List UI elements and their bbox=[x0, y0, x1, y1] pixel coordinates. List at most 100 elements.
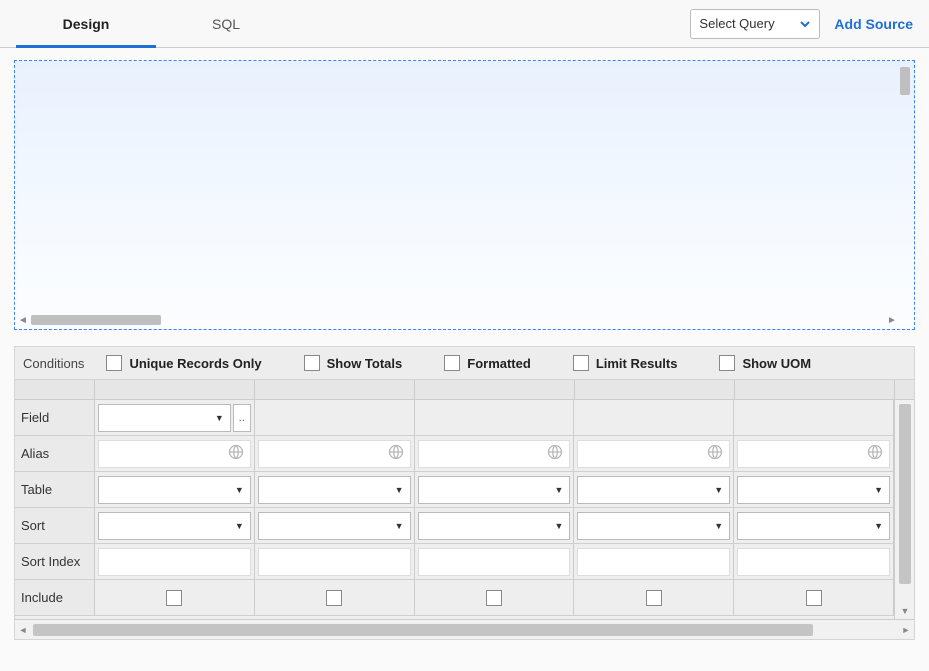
include-cell bbox=[574, 580, 734, 615]
table-dropdown[interactable] bbox=[737, 476, 890, 504]
field-cell[interactable] bbox=[255, 400, 415, 435]
scroll-right-icon[interactable]: ► bbox=[898, 620, 914, 640]
include-checkbox[interactable] bbox=[166, 590, 182, 606]
row-label-alias: Alias bbox=[15, 436, 95, 471]
row-include: Include bbox=[15, 580, 894, 616]
sort-dropdown[interactable] bbox=[418, 512, 571, 540]
include-cell bbox=[255, 580, 415, 615]
canvas-vertical-scrollbar[interactable] bbox=[898, 65, 912, 309]
alias-cell[interactable] bbox=[574, 436, 734, 471]
tab-sql[interactable]: SQL bbox=[156, 0, 296, 47]
alias-cell[interactable] bbox=[734, 436, 894, 471]
design-canvas[interactable]: ◄ ► bbox=[14, 60, 915, 330]
grid-vertical-scrollbar[interactable]: ▼ bbox=[894, 400, 914, 619]
checkbox-label: Show Totals bbox=[327, 356, 403, 371]
table-dropdown[interactable] bbox=[258, 476, 411, 504]
table-dropdown[interactable] bbox=[98, 476, 251, 504]
globe-icon[interactable] bbox=[547, 444, 563, 463]
sort-index-cell[interactable] bbox=[95, 544, 255, 579]
field-grid: Field .. Alias bbox=[14, 380, 915, 640]
sort-cell bbox=[415, 508, 575, 543]
include-cell bbox=[734, 580, 894, 615]
checkbox-limit-results[interactable]: Limit Results bbox=[573, 355, 678, 371]
sort-cell bbox=[95, 508, 255, 543]
topbar: Design SQL Select Query Add Source bbox=[0, 0, 929, 48]
checkbox-box bbox=[444, 355, 460, 371]
sort-dropdown[interactable] bbox=[258, 512, 411, 540]
include-checkbox[interactable] bbox=[486, 590, 502, 606]
grid-column-header[interactable] bbox=[255, 380, 415, 399]
alias-cell[interactable] bbox=[415, 436, 575, 471]
scroll-left-icon[interactable]: ◄ bbox=[15, 620, 31, 640]
globe-icon[interactable] bbox=[388, 444, 404, 463]
checkbox-label: Limit Results bbox=[596, 356, 678, 371]
sort-index-cell[interactable] bbox=[574, 544, 734, 579]
include-checkbox[interactable] bbox=[646, 590, 662, 606]
row-sort: Sort bbox=[15, 508, 894, 544]
checkbox-label: Show UOM bbox=[742, 356, 811, 371]
globe-icon[interactable] bbox=[707, 444, 723, 463]
include-checkbox[interactable] bbox=[326, 590, 342, 606]
field-cell[interactable] bbox=[734, 400, 894, 435]
grid-column-header[interactable] bbox=[575, 380, 735, 399]
checkbox-unique-records[interactable]: Unique Records Only bbox=[106, 355, 261, 371]
field-dropdown[interactable] bbox=[98, 404, 231, 432]
row-table: Table bbox=[15, 472, 894, 508]
sort-index-cell[interactable] bbox=[255, 544, 415, 579]
add-source-label: Add Source bbox=[834, 16, 913, 32]
checkbox-label: Formatted bbox=[467, 356, 531, 371]
scrollbar-thumb[interactable] bbox=[900, 67, 910, 95]
sort-index-cell[interactable] bbox=[415, 544, 575, 579]
field-cell[interactable] bbox=[574, 400, 734, 435]
checkbox-formatted[interactable]: Formatted bbox=[444, 355, 531, 371]
table-cell bbox=[415, 472, 575, 507]
scrollbar-thumb[interactable] bbox=[33, 624, 813, 636]
grid-body: Field .. Alias bbox=[15, 400, 894, 619]
tab-design-label: Design bbox=[63, 16, 110, 32]
scroll-left-icon[interactable]: ◄ bbox=[17, 314, 29, 326]
sort-dropdown[interactable] bbox=[98, 512, 251, 540]
checkbox-show-totals[interactable]: Show Totals bbox=[304, 355, 403, 371]
include-checkbox[interactable] bbox=[806, 590, 822, 606]
sort-dropdown[interactable] bbox=[737, 512, 890, 540]
conditions-label: Conditions bbox=[23, 356, 84, 371]
grid-header-corner bbox=[15, 380, 95, 399]
grid-horizontal-scrollbar[interactable]: ◄ ► bbox=[15, 619, 914, 639]
scrollbar-thumb[interactable] bbox=[31, 315, 161, 325]
scrollbar-thumb[interactable] bbox=[899, 404, 911, 584]
checkbox-box bbox=[304, 355, 320, 371]
tab-design[interactable]: Design bbox=[16, 0, 156, 47]
table-dropdown[interactable] bbox=[418, 476, 571, 504]
add-source-link[interactable]: Add Source bbox=[834, 16, 913, 32]
table-dropdown[interactable] bbox=[577, 476, 730, 504]
select-query-dropdown[interactable]: Select Query bbox=[690, 9, 820, 39]
grid-column-header[interactable] bbox=[735, 380, 895, 399]
grid-column-header[interactable] bbox=[415, 380, 575, 399]
checkbox-show-uom[interactable]: Show UOM bbox=[719, 355, 811, 371]
sort-index-cell[interactable] bbox=[734, 544, 894, 579]
scroll-down-icon[interactable]: ▼ bbox=[895, 603, 915, 619]
globe-icon[interactable] bbox=[867, 444, 883, 463]
scrollbar-track[interactable] bbox=[31, 624, 898, 636]
row-label-sort-index: Sort Index bbox=[15, 544, 95, 579]
sort-dropdown[interactable] bbox=[577, 512, 730, 540]
canvas-area: ◄ ► bbox=[0, 48, 929, 340]
checkbox-box bbox=[573, 355, 589, 371]
alias-cell[interactable] bbox=[95, 436, 255, 471]
globe-icon[interactable] bbox=[228, 444, 244, 463]
canvas-horizontal-scrollbar[interactable]: ◄ ► bbox=[17, 313, 898, 327]
scroll-right-icon[interactable]: ► bbox=[886, 314, 898, 326]
grid-column-header[interactable] bbox=[95, 380, 255, 399]
conditions-bar: Conditions Unique Records Only Show Tota… bbox=[14, 346, 915, 380]
field-cell[interactable] bbox=[415, 400, 575, 435]
checkbox-box bbox=[106, 355, 122, 371]
row-label-field: Field bbox=[15, 400, 95, 435]
scrollbar-track[interactable] bbox=[29, 315, 886, 325]
field-more-button[interactable]: .. bbox=[233, 404, 251, 432]
select-query-label: Select Query bbox=[699, 16, 774, 31]
alias-cell[interactable] bbox=[255, 436, 415, 471]
row-alias: Alias bbox=[15, 436, 894, 472]
include-cell bbox=[95, 580, 255, 615]
table-cell bbox=[734, 472, 894, 507]
row-label-table: Table bbox=[15, 472, 95, 507]
